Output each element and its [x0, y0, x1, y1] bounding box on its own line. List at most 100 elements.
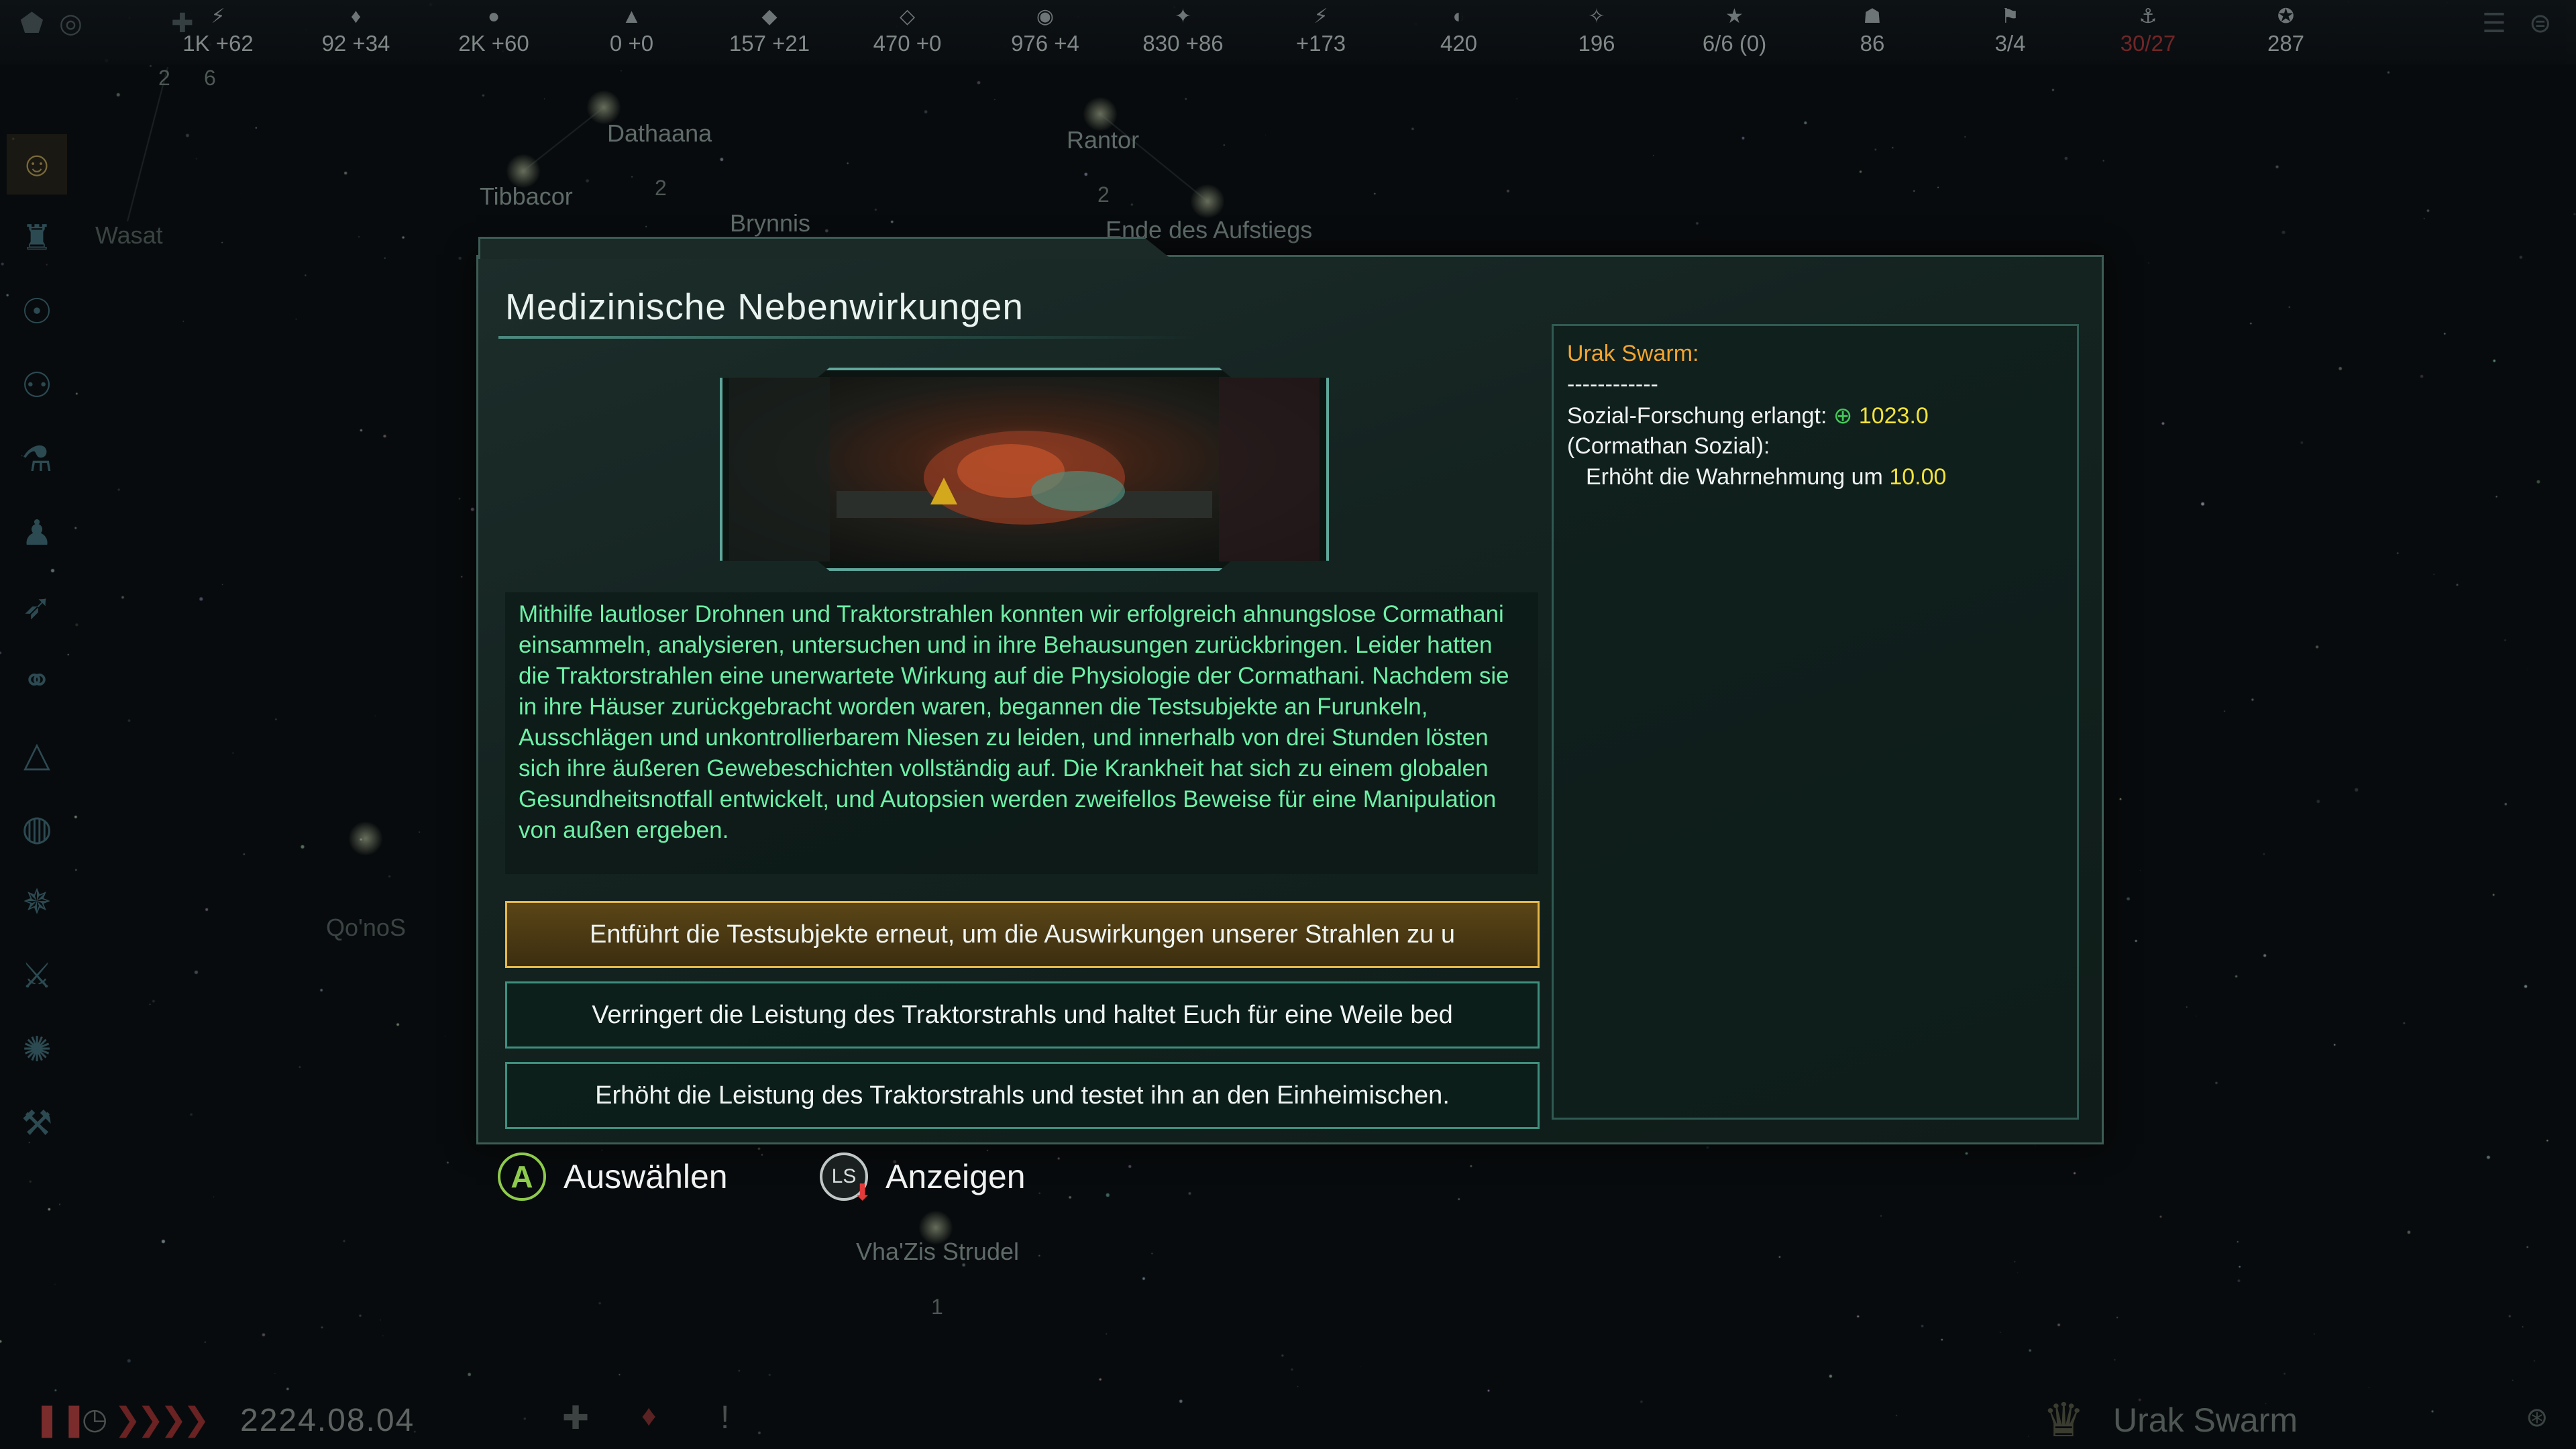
alert-icon[interactable]: ♦	[641, 1399, 656, 1433]
resource-fleet[interactable]: ✪ 287	[2219, 5, 2353, 56]
event-option-3[interactable]: Erhöht die Leistung des Traktorstrahls u…	[505, 1062, 1540, 1129]
wars-button[interactable]: ⚔	[7, 946, 67, 1006]
empire-flag-icon[interactable]: ⬟	[20, 8, 44, 39]
strategic-icon: ◇	[899, 5, 916, 28]
resource-pops[interactable]: ★ 6/6 (0)	[1668, 5, 1802, 56]
game-date: 2224.08.04	[240, 1403, 415, 1438]
system-label-brynnis[interactable]: Brynnis	[730, 209, 810, 237]
traditions-icon: ✵	[22, 883, 52, 922]
clock-icon[interactable]: ◷	[82, 1402, 107, 1436]
left-stick-icon: LS ⬇	[820, 1152, 872, 1205]
system-label-vhazis-strudel[interactable]: Vha'Zis Strudel	[856, 1238, 1019, 1266]
factions-button[interactable]: ⚭	[7, 651, 67, 711]
leaders-button[interactable]: ♟	[7, 503, 67, 564]
leader-icon: ♟	[21, 514, 53, 553]
menu-icon[interactable]: ☰	[2482, 8, 2506, 39]
influence-icon: ◉	[1036, 5, 1055, 28]
archaeology-button[interactable]: ⚒	[7, 1093, 67, 1154]
left-sidebar: ☺ ♜ ☉ ⚇ ⚗ ♟ ➶ ⚭ △ ◍ ✵ ⚔ ✺ ⚒	[0, 127, 74, 1187]
research-value: 1023.0	[1858, 403, 1929, 429]
unity-icon: ✦	[1174, 5, 1192, 28]
planet-icon: ◍	[21, 809, 52, 848]
options-icon[interactable]: ⊜	[2529, 8, 2552, 39]
envoys-icon: ☗	[1863, 5, 1882, 28]
resource-value: 30/27	[2120, 31, 2176, 56]
resource-naval-cap[interactable]: ⚓ 30/27	[2081, 5, 2215, 56]
settings-icon[interactable]: ⊛	[2526, 1402, 2548, 1433]
map-count: 2	[655, 176, 667, 200]
fleets-button[interactable]: ➶	[7, 577, 67, 637]
resource-amenities[interactable]: ◐ 420	[1392, 5, 1526, 56]
resource-stability[interactable]: ✧ 196	[1529, 5, 1664, 56]
government-button[interactable]: ♜	[7, 208, 67, 268]
empire-emblem-icon: ♛	[2043, 1394, 2085, 1446]
map-count: 2	[158, 66, 170, 90]
situations-button[interactable]: △	[7, 724, 67, 785]
event-dialog: Medizinische Nebenwirkungen Mithilfe lau…	[476, 237, 2104, 1144]
event-option-1[interactable]: Entführt die Testsubjekte erneut, um die…	[505, 901, 1540, 968]
resource-value: 196	[1578, 31, 1615, 56]
planets-button[interactable]: ◍	[7, 798, 67, 859]
view-hint[interactable]: LS ⬇ Anzeigen	[820, 1152, 1026, 1205]
speed-icon[interactable]: ❯❯❯❯	[114, 1401, 210, 1438]
arrow-down-icon: ⬇	[853, 1180, 873, 1205]
system-label-wasat[interactable]: Wasat	[95, 221, 163, 250]
pops-icon: ★	[1725, 5, 1743, 28]
ruler-portrait-button[interactable]: ☺	[7, 134, 67, 195]
resource-value: 830 +86	[1142, 31, 1224, 56]
event-description: Mithilfe lautloser Drohnen und Traktorst…	[519, 601, 1509, 843]
map-count: 6	[204, 66, 216, 90]
resource-envoys[interactable]: ☗ 86	[1805, 5, 1939, 56]
resource-value: 0 +0	[609, 31, 654, 56]
archaeology-icon: ⚒	[21, 1104, 53, 1143]
food-icon: ●	[487, 5, 500, 28]
option-effects-panel: Urak Swarm: ------------ Sozial-Forschun…	[1552, 324, 2079, 1120]
situation-icon: △	[23, 735, 50, 774]
technology-button[interactable]: ⚗	[7, 429, 67, 490]
title-underline	[498, 336, 1196, 339]
portrait-icon: ☺	[19, 145, 55, 184]
view-label: Anzeigen	[885, 1158, 1026, 1195]
map-count: 2	[1097, 182, 1110, 207]
event-option-2[interactable]: Verringert die Leistung des Traktorstrah…	[505, 981, 1540, 1049]
system-label-tibbacor[interactable]: Tibbacor	[480, 182, 573, 211]
starbases-icon: ⚑	[2001, 5, 2019, 28]
contacts-button[interactable]: ⚇	[7, 356, 67, 416]
plus-icon[interactable]: ✚	[562, 1399, 589, 1437]
resource-unity[interactable]: ✦ 830 +86	[1116, 5, 1250, 56]
government-icon: ♜	[21, 219, 53, 258]
traditions-button[interactable]: ✵	[7, 872, 67, 932]
resource-starbases[interactable]: ⚑ 3/4	[1943, 5, 2078, 56]
relics-button[interactable]: ✺	[7, 1020, 67, 1080]
perception-label: Erhöht die Wahrnehmung um	[1586, 464, 1883, 490]
notification-icon[interactable]: !	[720, 1399, 729, 1436]
select-hint[interactable]: A Auswählen	[498, 1152, 728, 1201]
resource-bar: ⬟ ◎ ✚ ☰ ⊜ ⚡ 1K +62 ♦ 92 +34 ● 2K +60 ▲ 0 +0 ◆ 157…	[0, 0, 2576, 64]
resource-value: 1K +62	[182, 31, 254, 56]
effects-separator: ------------	[1567, 372, 1658, 397]
fleet-icon: ✪	[2277, 5, 2295, 28]
resource-energy[interactable]: ⚡ 1K +62	[151, 5, 285, 56]
system-label-rantor[interactable]: Rantor	[1067, 126, 1139, 154]
resource-alloys[interactable]: ◆ 157 +21	[702, 5, 837, 56]
a-button-icon: A	[498, 1152, 546, 1201]
dialog-tab-notch	[478, 237, 1171, 259]
system-label-dathaana[interactable]: Dathaana	[607, 119, 712, 148]
system-label-qonos[interactable]: Qo'noS	[326, 914, 406, 942]
technology-icon: ⚗	[21, 440, 53, 479]
resource-influence[interactable]: ◉ 976 +4	[978, 5, 1112, 56]
resource-food[interactable]: ● 2K +60	[427, 5, 561, 56]
pause-icon[interactable]: ❚❚	[34, 1401, 87, 1438]
factions-icon: ⚭	[22, 661, 52, 700]
resource-strategic[interactable]: ◇ 470 +0	[841, 5, 975, 56]
research-icon: ⚡	[1313, 5, 1328, 28]
resource-value: 157 +21	[729, 31, 810, 56]
event-picture	[729, 377, 1320, 561]
settings-icon[interactable]: ◎	[59, 8, 83, 39]
species-button[interactable]: ☉	[7, 282, 67, 342]
resource-minerals[interactable]: ♦ 92 +34	[289, 5, 423, 56]
resource-research[interactable]: ⚡ +173	[1254, 5, 1388, 56]
resource-consumer-goods[interactable]: ▲ 0 +0	[565, 5, 699, 56]
consumer-goods-icon: ▲	[621, 5, 642, 28]
empire-name: Urak Swarm	[2113, 1401, 2298, 1439]
